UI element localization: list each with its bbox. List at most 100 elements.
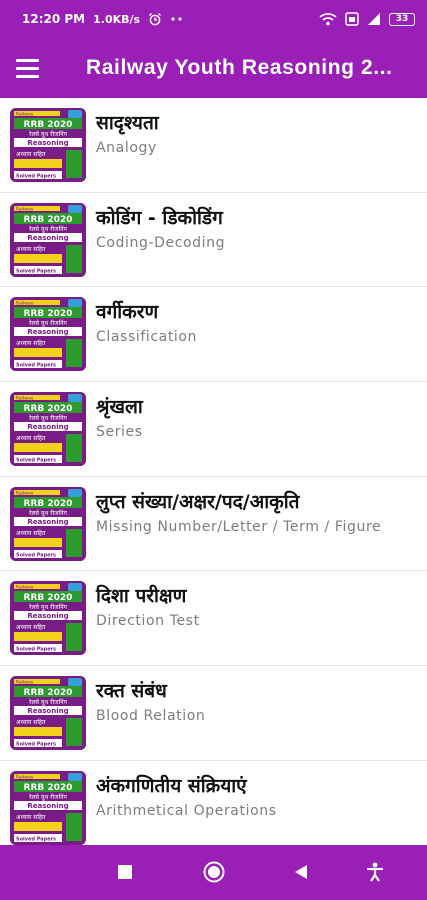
list-item[interactable]: Railway RRB 2020 रेलवे यूथ रीजनिंग Reaso… (0, 761, 427, 845)
thumbnail-text: रेलवे यूथ रीजनिंग (29, 319, 68, 327)
thumbnail-text: अध्याय सहित (16, 150, 46, 158)
thumbnail-text: Railway (16, 396, 34, 402)
thumbnail-text: Reasoning (27, 328, 68, 336)
thumbnail-text: RRB 2020 (24, 688, 73, 698)
thumbnail-text: Reasoning (27, 234, 68, 242)
thumbnail-text: RRB 2020 (24, 120, 73, 130)
book-cover-thumbnail: Railway RRB 2020 रेलवे यूथ रीजनिंग Reaso… (10, 392, 86, 467)
thumbnail-text: रेलवे यूथ रीजनिंग (29, 509, 68, 517)
thumbnail-text: Solved Papers (16, 742, 56, 748)
thumbnail-text: RRB 2020 (24, 499, 73, 509)
book-cover-thumbnail: Railway RRB 2020 रेलवे यूथ रीजनिंग Reaso… (10, 297, 86, 372)
thumbnail-text: अध्याय सहित (16, 529, 46, 537)
home-circle-icon (203, 861, 225, 883)
thumbnail-text: रेलवे यूथ रीजनिंग (29, 130, 68, 138)
list-item[interactable]: Railway RRB 2020 रेलवे यूथ रीजनिंग Reaso… (0, 287, 427, 383)
list-item[interactable]: Railway RRB 2020 रेलवे यूथ रीजनिंग Reaso… (0, 382, 427, 477)
sim-icon (345, 12, 359, 26)
list-item[interactable]: Railway RRB 2020 रेलवे यूथ रीजनिंग Reaso… (0, 477, 427, 572)
thumbnail-text: RRB 2020 (24, 593, 73, 603)
chapter-title-english: Blood Relation (96, 708, 206, 725)
book-cover-thumbnail: Railway RRB 2020 रेलवे यूथ रीजनिंग Reaso… (10, 770, 86, 845)
wifi-icon (319, 12, 337, 26)
thumbnail-text: Solved Papers (16, 552, 56, 558)
thumbnail-text: Solved Papers (16, 363, 56, 369)
book-cover-thumbnail: Railway RRB 2020 रेलवे यूथ रीजनिंग Reaso… (10, 676, 86, 751)
thumbnail-text: Reasoning (27, 802, 68, 810)
status-time: 12:20 PM (22, 12, 86, 26)
network-speed: 1.0KB/s (93, 12, 141, 26)
book-cover-thumbnail: Railway RRB 2020 रेलवे यूथ रीजनिंग Reaso… (10, 202, 86, 277)
battery-level: 33 (395, 13, 409, 24)
chapter-title-english: Direction Test (96, 613, 200, 630)
square-icon (118, 865, 132, 879)
list-item[interactable]: Railway RRB 2020 रेलवे यूथ रीजनिंग Reaso… (0, 571, 427, 667)
status-bar: 12:20 PM 1.0KB/s 33 (0, 0, 427, 38)
thumbnail-text: रेलवे यूथ रीजनिंग (29, 414, 68, 422)
signal-icon (367, 12, 381, 26)
thumbnail-text: Solved Papers (16, 836, 56, 842)
book-cover-thumbnail: Railway RRB 2020 रेलवे यूथ रीजनिंग Reaso… (10, 486, 86, 561)
thumbnail-text: Railway (16, 301, 34, 307)
thumbnail-text: अध्याय सहित (16, 813, 46, 821)
back-button[interactable] (288, 859, 314, 885)
chapter-title-hindi: कोडिंग - डिकोडिंग (96, 206, 223, 229)
chapter-title-english: Arithmetical Operations (96, 802, 277, 819)
chapter-title-english: Classification (96, 329, 198, 346)
chapter-title-english: Coding-Decoding (96, 234, 226, 251)
chapter-title-hindi: दिशा परीक्षण (96, 585, 187, 608)
thumbnail-text: रेलवे यूथ रीजनिंग (29, 225, 68, 233)
menu-icon[interactable] (16, 53, 50, 83)
thumbnail-text: Railway (16, 206, 34, 212)
thumbnail-text: RRB 2020 (24, 404, 73, 414)
thumbnail-text: अध्याय सहित (16, 339, 46, 347)
chapter-title-english: Series (96, 424, 143, 441)
thumbnail-text: Reasoning (27, 707, 68, 715)
thumbnail-text: Solved Papers (16, 458, 56, 464)
page-title: Railway Youth Reasoning 2... (86, 56, 393, 79)
thumbnail-text: Reasoning (27, 423, 68, 431)
thumbnail-text: अध्याय सहित (16, 718, 46, 726)
back-triangle-icon (295, 865, 307, 879)
thumbnail-text: रेलवे यूथ रीजनिंग (29, 603, 68, 611)
recent-apps-button[interactable] (112, 859, 138, 885)
chapter-title-hindi: अंकगणितीय संक्रियाएं (96, 774, 247, 797)
thumbnail-text: अध्याय सहित (16, 245, 46, 253)
thumbnail-text: रेलवे यूथ रीजनिंग (29, 698, 68, 706)
chapter-title-hindi: लुप्त संख्या/अक्षर/पद/आकृति (96, 490, 300, 513)
accessibility-icon (367, 862, 383, 882)
alarm-icon (148, 12, 162, 26)
chapter-title-english: Analogy (96, 140, 157, 156)
app-bar: Railway Youth Reasoning 2... (0, 38, 427, 98)
home-button[interactable] (201, 859, 227, 885)
list-item[interactable]: Railway RRB 2020 रेलवे यूथ रीजनिंग Reaso… (0, 193, 427, 288)
thumbnail-text: Solved Papers (16, 268, 56, 274)
chapter-title-english: Missing Number/Letter / Term / Figure (96, 518, 382, 535)
thumbnail-text: Railway (16, 112, 34, 118)
thumbnail-text: RRB 2020 (24, 215, 73, 225)
thumbnail-text: Solved Papers (16, 647, 56, 653)
book-cover-thumbnail: Railway RRB 2020 रेलवे यूथ रीजनिंग Reaso… (10, 108, 86, 182)
chapter-title-hindi: श्रृंखला (96, 396, 143, 419)
thumbnail-text: RRB 2020 (24, 783, 73, 793)
thumbnail-text: अध्याय सहित (16, 434, 46, 442)
list-item[interactable]: Railway RRB 2020 रेलवे यूथ रीजनिंग Reaso… (0, 98, 427, 193)
thumbnail-text: Railway (16, 585, 34, 591)
thumbnail-text: Railway (16, 490, 34, 496)
thumbnail-text: Solved Papers (16, 174, 56, 180)
thumbnail-text: RRB 2020 (24, 309, 73, 319)
thumbnail-text: अध्याय सहित (16, 623, 46, 631)
battery-icon: 33 (389, 12, 415, 26)
chapter-title-hindi: सादृश्यता (96, 112, 159, 134)
system-nav-bar (0, 845, 427, 900)
chapter-list: Railway RRB 2020 रेलवे यूथ रीजनिंग Reaso… (0, 98, 427, 845)
thumbnail-text: Railway (16, 774, 34, 780)
accessibility-button[interactable] (362, 859, 388, 885)
more-notifications-icon (170, 16, 184, 22)
chapter-title-hindi: रक्त संबंध (96, 680, 167, 703)
thumbnail-text: Reasoning (27, 612, 68, 620)
list-item[interactable]: Railway RRB 2020 रेलवे यूथ रीजनिंग Reaso… (0, 666, 427, 761)
thumbnail-text: Reasoning (27, 139, 68, 147)
thumbnail-text: Railway (16, 680, 34, 686)
thumbnail-text: रेलवे यूथ रीजनिंग (29, 793, 68, 801)
